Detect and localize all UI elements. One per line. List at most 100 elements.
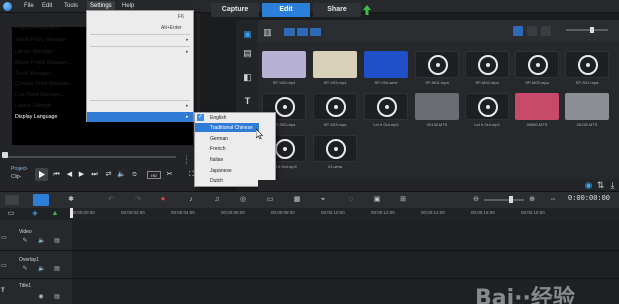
language-italian[interactable]: Italian (210, 157, 223, 163)
library-thumbnail[interactable] (313, 135, 357, 162)
show-audio-button[interactable] (310, 28, 321, 36)
track-visibility-icon[interactable]: ◉ (38, 294, 44, 300)
auto-music-icon[interactable]: ♫ (212, 196, 222, 204)
split-screen-icon[interactable]: ⊞ (398, 196, 408, 204)
menu-item-track-manager[interactable]: Track Manager... (15, 71, 55, 77)
library-thumbnail[interactable] (565, 93, 609, 120)
menu-item-chapter-point-manager[interactable]: Chapter Point Manager... (15, 81, 74, 87)
menu-item-smart-proxy-manager[interactable]: Smart Proxy Manager (15, 37, 67, 43)
track-mute-icon[interactable]: 🔈 (38, 266, 45, 272)
library-thumbnail[interactable] (262, 51, 306, 78)
menu-help[interactable]: Help (122, 3, 134, 9)
multi-camera-icon[interactable]: ▦ (292, 196, 302, 204)
menu-item-library-manager[interactable]: Library Manager (15, 49, 54, 55)
track-lock-icon[interactable]: ▤ (54, 238, 60, 244)
cut-icon[interactable]: ✂ (165, 171, 174, 179)
language-english[interactable]: English (210, 115, 226, 121)
instant-project-icon[interactable]: ▤ (242, 48, 253, 59)
menu-edit[interactable]: Edit (42, 3, 52, 9)
tab-edit[interactable]: Edit (262, 3, 310, 17)
add-chapter-icon[interactable]: ◈ (30, 210, 40, 218)
track-lock-icon[interactable]: ▤ (54, 294, 60, 300)
clip-mode-label[interactable]: Clip- (11, 174, 21, 180)
track-manager-icon[interactable]: ▭ (6, 210, 16, 218)
scrubber-track[interactable] (4, 156, 176, 158)
language-japanese[interactable]: Japanese (210, 168, 232, 174)
library-thumbnail[interactable] (515, 93, 559, 120)
zoom-in-icon[interactable]: ⊕ (527, 196, 537, 204)
tab-share[interactable]: Share (313, 3, 361, 17)
zoom-slider-handle[interactable] (509, 196, 513, 203)
timeline-view-button[interactable] (33, 194, 49, 206)
upload-icon[interactable] (363, 5, 371, 15)
storyboard-view-button[interactable] (5, 195, 19, 205)
home-icon[interactable]: ⏮ (52, 171, 61, 179)
timeline-timecode[interactable]: 0:00:00:00 (568, 195, 610, 203)
scrubber-handle[interactable] (2, 152, 8, 158)
track-edit-icon[interactable]: ✎ (22, 238, 28, 244)
redo-icon[interactable]: ↷ (133, 196, 143, 204)
library-thumbnail[interactable] (364, 51, 408, 78)
menu-item-cue-point-manager[interactable]: Cue Point Manager... (15, 92, 65, 98)
record-capture-icon[interactable]: ⏺ (158, 196, 168, 204)
media-icon[interactable]: ▣ (242, 29, 253, 40)
slider-handle[interactable] (590, 27, 594, 33)
library-thumbnail[interactable] (515, 51, 559, 78)
end-icon[interactable]: ⏭ (90, 171, 99, 179)
project-mode-label[interactable]: Project- (11, 166, 28, 172)
menu-file[interactable]: File (24, 3, 34, 9)
menu-item-project-properties[interactable]: Project Properties... (15, 25, 62, 31)
library-thumbnail[interactable] (465, 51, 509, 78)
tab-capture[interactable]: Capture (211, 3, 259, 17)
panel-splitter[interactable] (186, 155, 188, 164)
previous-frame-icon[interactable]: ◀ (65, 171, 74, 179)
timeline-playhead[interactable] (70, 208, 73, 218)
menu-item-layout-settings[interactable]: Layout Settings (15, 103, 52, 109)
fit-project-icon[interactable]: ⇔ (548, 196, 558, 204)
transition-icon[interactable]: ◧ (242, 72, 253, 83)
language-traditional-chinese[interactable]: Traditional Chinese (210, 125, 253, 131)
track-mute-icon[interactable]: 🔈 (38, 238, 45, 244)
subtitle-editor-icon[interactable]: ▭ (265, 196, 275, 204)
tools-icon[interactable]: ✱ (66, 196, 76, 204)
sound-mixer-icon[interactable]: ♪ (186, 196, 196, 204)
library-thumbnail[interactable] (313, 51, 357, 78)
language-french[interactable]: French (210, 146, 226, 152)
zoom-slider[interactable] (484, 199, 524, 201)
library-thumbnail[interactable] (313, 93, 357, 120)
menu-item-movie-profile-manager[interactable]: Movie Profile Manager... (15, 60, 72, 66)
undo-icon[interactable]: ↶ (106, 196, 116, 204)
thumbnail-view-button[interactable] (527, 26, 537, 36)
folder-icon[interactable]: ▥ (263, 27, 272, 38)
play-button[interactable] (35, 168, 48, 181)
next-frame-icon[interactable]: ▶ (77, 171, 86, 179)
browse-icon[interactable]: ◉ (584, 180, 593, 191)
menu-tools[interactable]: Tools (64, 3, 78, 9)
time-remapping-icon[interactable]: ⌖ (318, 196, 328, 204)
mask-creator-icon[interactable]: ◌ (346, 196, 356, 204)
library-thumbnail[interactable] (364, 93, 408, 120)
sort-icon[interactable]: ⇅ (596, 180, 605, 191)
timecode-display-icon[interactable]: ⏲ (130, 171, 139, 179)
library-thumbnail[interactable] (465, 93, 509, 120)
stop-motion-icon[interactable]: ▣ (372, 196, 382, 204)
show-photos-button[interactable] (297, 28, 308, 36)
volume-icon[interactable]: 🔈 (117, 171, 126, 179)
menu-item-preferences[interactable]: Preferences... (15, 14, 48, 20)
thumbnail-size-slider[interactable] (566, 29, 608, 31)
language-dutch[interactable]: Dutch (210, 178, 223, 184)
menu-item-display-language[interactable]: Display Language (15, 114, 57, 120)
list-view-button[interactable] (513, 26, 523, 36)
motion-tracking-icon[interactable]: ◎ (238, 196, 248, 204)
language-german[interactable]: German (210, 136, 228, 142)
track-lock-icon[interactable]: ▤ (54, 266, 60, 272)
show-videos-button[interactable] (284, 28, 295, 36)
repeat-icon[interactable]: ⇄ (104, 171, 113, 179)
detail-view-button[interactable] (541, 26, 551, 36)
import-icon[interactable]: ⤓ (608, 180, 617, 191)
library-thumbnail[interactable] (565, 51, 609, 78)
hd-icon[interactable]: HD (147, 171, 161, 179)
zoom-out-icon[interactable]: ⊖ (471, 196, 481, 204)
library-thumbnail[interactable] (415, 51, 459, 78)
chapter-marker-icon[interactable]: ▲ (50, 210, 60, 218)
